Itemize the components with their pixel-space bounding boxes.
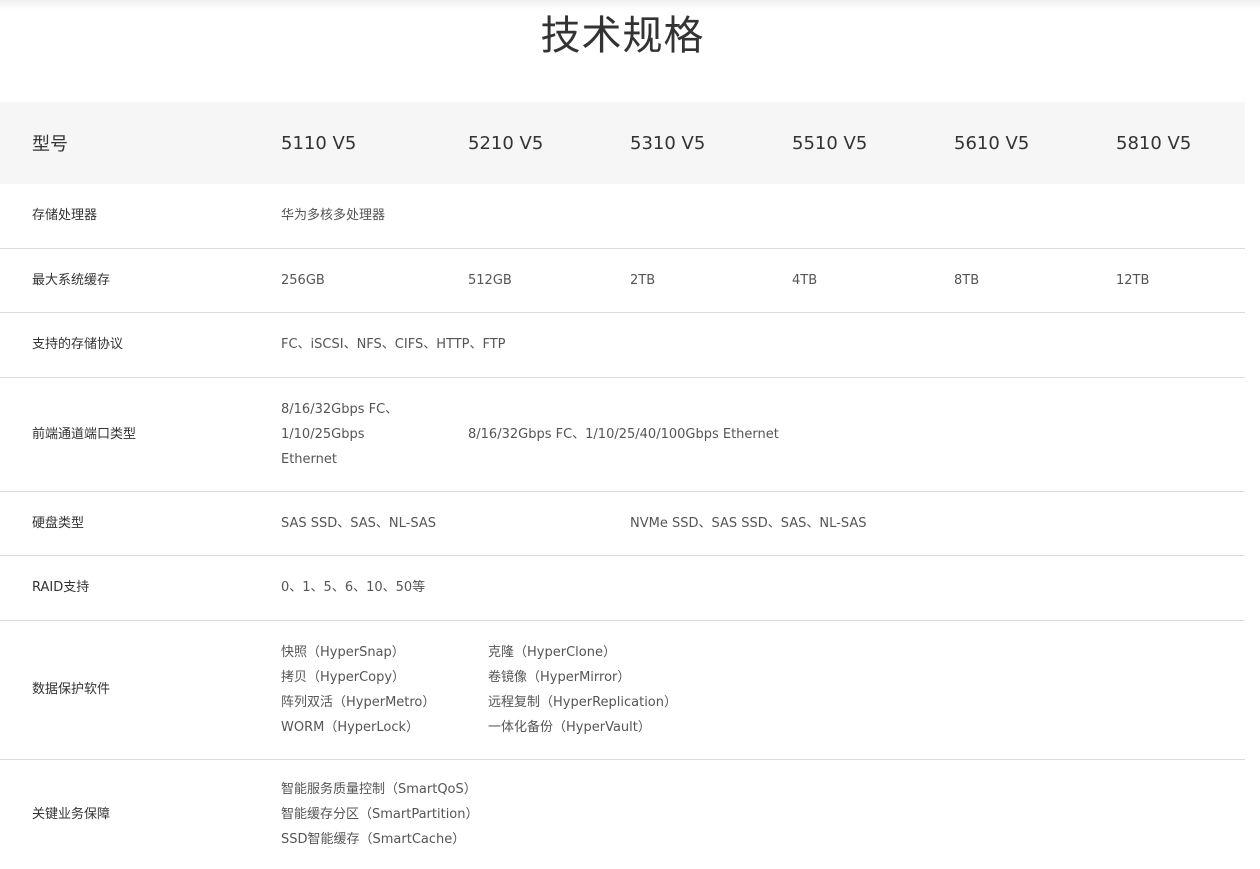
row-protocols: 支持的存储协议 FC、iSCSI、NFS、CIFS、HTTP、FTP [0,312,1245,378]
cache-value: 2TB [630,248,792,313]
row-label: 最大系统缓存 [0,248,281,313]
cache-value: 12TB [1116,248,1245,313]
row-label: 硬盘类型 [0,491,281,556]
row-label: 数据保护软件 [0,620,281,760]
protection-item: 拷贝（HyperCopy） [281,669,406,685]
cache-value: 8TB [954,248,1116,313]
cache-value: 512GB [468,248,630,313]
cache-value: 4TB [792,248,954,313]
row-business: 关键业务保障 智能服务质量控制（SmartQoS） 智能缓存分区（SmartPa… [0,759,1245,869]
row-label: 存储处理器 [0,184,281,249]
row-label: 关键业务保障 [32,806,111,822]
protocols-value: FC、iSCSI、NFS、CIFS、HTTP、FTP [281,312,1245,378]
model-5510: 5510 V5 [792,132,868,154]
business-value: 智能服务质量控制（SmartQoS） 智能缓存分区（SmartPartition… [281,759,1245,869]
model-5110: 5110 V5 [281,132,357,154]
frontend-line: Ethernet [281,451,337,467]
protection-col-left: 快照（HyperSnap） 拷贝（HyperCopy） 阵列双活（HyperMe… [281,640,488,740]
protection-item: 快照（HyperSnap） [281,644,405,660]
frontend-line: 1/10/25Gbps [281,426,365,442]
frontend-others-value: 8/16/32Gbps FC、1/10/25/40/100Gbps Ethern… [468,377,1245,492]
disk-low-value: SAS SSD、SAS、NL-SAS [281,491,630,556]
protection-item: 克隆（HyperClone） [488,644,616,660]
protection-value: 快照（HyperSnap） 拷贝（HyperCopy） 阵列双活（HyperMe… [281,620,1245,760]
row-disk: 硬盘类型 SAS SSD、SAS、NL-SAS NVMe SSD、SAS SSD… [0,491,1245,556]
frontend-5110-value: 8/16/32Gbps FC、 1/10/25Gbps Ethernet [281,377,468,492]
header-row: 型号 5110 V5 5210 V5 5310 V5 5510 V5 5610 … [0,102,1245,184]
protection-item: 阵列双活（HyperMetro） [281,694,436,710]
model-5810: 5810 V5 [1116,132,1192,154]
row-label: 前端通道端口类型 [0,377,281,492]
protection-item: 一体化备份（HyperVault） [488,719,651,735]
raid-value: 0、1、5、6、10、50等 [281,555,1245,621]
protection-item: 远程复制（HyperReplication） [488,694,678,710]
protection-item: WORM（HyperLock） [281,719,420,735]
processor-value: 华为多核多处理器 [281,184,1245,249]
row-label: RAID支持 [0,555,281,621]
business-item: 智能服务质量控制（SmartQoS） [281,781,477,797]
row-cache: 最大系统缓存 256GB 512GB 2TB 4TB 8TB 12TB [0,248,1245,313]
business-item: 智能缓存分区（SmartPartition） [281,806,479,822]
model-5310: 5310 V5 [630,132,706,154]
cache-value: 256GB [281,248,468,313]
business-item: SSD智能缓存（SmartCache） [281,831,466,847]
disk-high-value: NVMe SSD、SAS SSD、SAS、NL-SAS [630,491,1245,556]
row-frontend: 前端通道端口类型 8/16/32Gbps FC、 1/10/25Gbps Eth… [0,377,1245,492]
protection-grid: 快照（HyperSnap） 拷贝（HyperCopy） 阵列双活（HyperMe… [281,640,1245,740]
row-protection: 数据保护软件 快照（HyperSnap） 拷贝（HyperCopy） 阵列双活（… [0,620,1245,760]
page-title: 技术规格 [540,13,705,59]
protection-col-right: 克隆（HyperClone） 卷镜像（HyperMirror） 远程复制（Hyp… [488,640,677,740]
row-label: 支持的存储协议 [0,312,281,378]
row-raid: RAID支持 0、1、5、6、10、50等 [0,555,1245,621]
row-processor: 存储处理器 华为多核多处理器 [0,184,1245,249]
frontend-line: 8/16/32Gbps FC、 [281,401,399,417]
protection-item: 卷镜像（HyperMirror） [488,669,631,685]
model-5210: 5210 V5 [468,132,544,154]
spec-table: 型号 5110 V5 5210 V5 5310 V5 5510 V5 5610 … [0,102,1245,869]
header-label: 型号 [32,134,68,155]
model-5610: 5610 V5 [954,132,1030,154]
